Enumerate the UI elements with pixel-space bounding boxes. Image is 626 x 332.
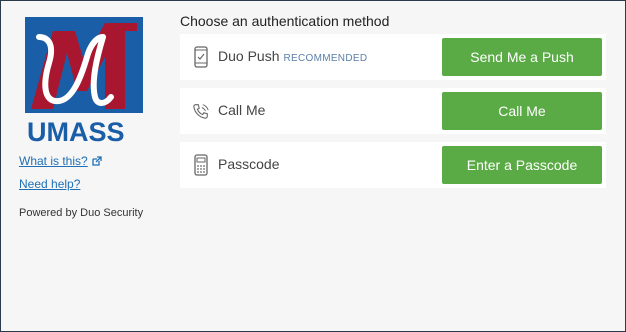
help-links: What is this? Need help?	[19, 153, 102, 198]
powered-by-text: Powered by Duo Security	[19, 207, 144, 219]
what-is-this-link[interactable]: What is this?	[19, 153, 102, 170]
umass-logo-mark: UMASS	[25, 17, 143, 147]
recommended-badge: RECOMMENDED	[283, 53, 368, 64]
method-row-call-me: Call Me Call Me	[180, 88, 606, 134]
passcode-device-icon	[192, 153, 210, 177]
call-me-label: Call Me	[218, 102, 266, 118]
page-title: Choose an authentication method	[180, 13, 390, 29]
sidebar: UMASS What is this? Need help? Powered b…	[1, 1, 166, 331]
method-row-passcode: Passcode Enter a Passcode	[180, 142, 606, 188]
external-link-icon	[92, 154, 102, 170]
call-me-button[interactable]: Call Me	[442, 92, 602, 130]
enter-passcode-button[interactable]: Enter a Passcode	[442, 146, 602, 184]
phone-icon	[192, 45, 210, 69]
phone-call-icon	[192, 99, 210, 123]
umass-logo: UMASS	[25, 17, 143, 147]
method-row-duo-push: Duo Push RECOMMENDED Send Me a Push	[180, 34, 606, 80]
method-label-passcode: Passcode	[218, 156, 279, 172]
duo-push-label: Duo Push	[218, 48, 280, 64]
logo-wordmark: UMASS	[27, 117, 125, 143]
passcode-label: Passcode	[218, 156, 280, 172]
need-help-link[interactable]: Need help?	[19, 176, 102, 192]
method-label-call-me: Call Me	[218, 102, 265, 118]
method-label-duo-push: Duo Push RECOMMENDED	[218, 48, 367, 64]
duo-auth-frame: UMASS What is this? Need help? Powered b…	[0, 0, 626, 332]
send-push-button[interactable]: Send Me a Push	[442, 38, 602, 76]
what-is-this-label: What is this?	[19, 154, 88, 168]
